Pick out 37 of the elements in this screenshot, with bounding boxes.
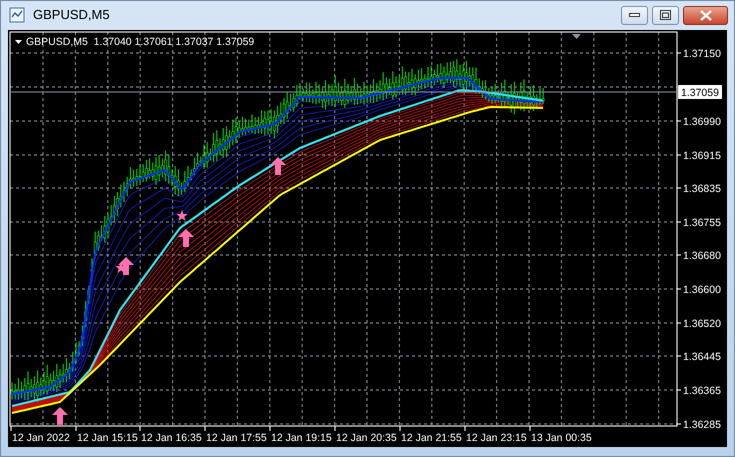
close-button[interactable] [683, 6, 728, 24]
buy-arrow-icon [178, 229, 194, 247]
chart-window-icon [9, 7, 25, 23]
time-label: 12 Jan 19:15 [271, 432, 332, 444]
maximize-icon [660, 10, 671, 20]
price-label: 1.36680 [683, 250, 721, 262]
price-label: 1.36365 [683, 385, 721, 397]
time-label: 12 Jan 16:35 [141, 432, 202, 444]
star-marker-icon [176, 210, 188, 221]
price-label: 1.37150 [683, 48, 721, 60]
current-price: 1.37059 [678, 85, 722, 99]
price-label: 1.36600 [683, 284, 721, 296]
minimize-button[interactable] [621, 6, 648, 24]
time-label: 12 Jan 21:55 [401, 432, 462, 444]
price-label: 1.36520 [683, 318, 721, 330]
price-label: 1.36835 [683, 183, 721, 195]
price-label: 1.36285 [683, 419, 721, 431]
buy-arrow-icon [270, 157, 286, 175]
time-label: 12 Jan 23:15 [466, 432, 527, 444]
minimize-icon [629, 12, 640, 18]
window-title: GBPUSD,M5 [33, 6, 110, 24]
price-label: 1.36755 [683, 217, 721, 229]
close-icon [698, 10, 712, 20]
time-label: 12 Jan 2022 [12, 432, 70, 444]
buy-arrow-icon [52, 407, 68, 425]
time-label: 13 Jan 00:35 [531, 432, 592, 444]
chart-shift-icon[interactable] [572, 34, 581, 39]
time-label: 12 Jan 15:15 [77, 432, 138, 444]
price-label: 1.36915 [683, 150, 721, 162]
dropdown-icon[interactable] [15, 40, 22, 44]
time-label: 12 Jan 20:35 [336, 432, 397, 444]
price-label: 1.36445 [683, 351, 721, 363]
chart-header: GBPUSD,M5 1.37040 1.37061 1.37037 1.37059 [26, 36, 254, 48]
price-label: 1.36990 [683, 116, 721, 128]
buy-arrow-icon [118, 257, 134, 275]
maximize-button[interactable] [652, 6, 679, 24]
time-label: 12 Jan 17:55 [206, 432, 267, 444]
